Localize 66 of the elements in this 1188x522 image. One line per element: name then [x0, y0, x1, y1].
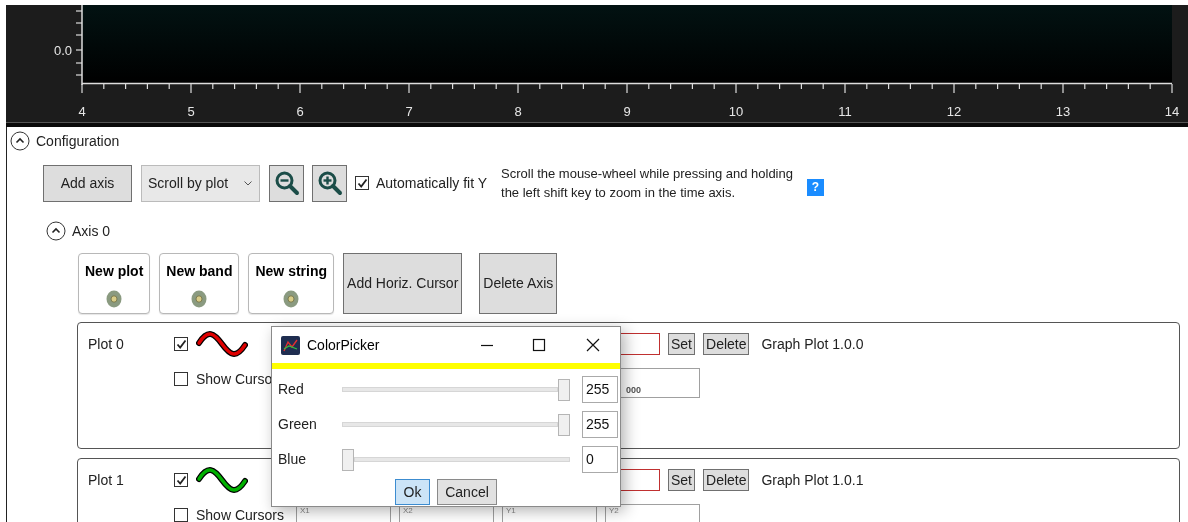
zoom-in-button[interactable] — [312, 164, 347, 202]
axis-title: Axis 0 — [72, 221, 111, 241]
scroll-mode-dropdown[interactable]: Scroll by plot — [141, 164, 260, 202]
plot-title: Graph Plot 1.0.1 — [761, 470, 864, 490]
x-tick-label: 7 — [405, 104, 413, 119]
x-tick-label: 11 — [838, 104, 852, 119]
knob-icon — [283, 290, 300, 308]
close-icon[interactable] — [586, 338, 600, 352]
axis-action-button[interactable]: Delete Axis — [479, 253, 558, 314]
new-item-button[interactable]: New plot — [78, 253, 151, 314]
dialog-title: ColorPicker — [307, 335, 380, 355]
new-item-button[interactable]: New string — [248, 253, 335, 314]
cursor-field[interactable]: Y2 — [605, 504, 700, 522]
show-cursors-label: Show Curso — [196, 369, 273, 389]
delete-button[interactable]: Delete — [703, 333, 750, 355]
checkbox[interactable] — [174, 337, 188, 351]
add-axis-button[interactable]: Add axis — [43, 164, 132, 202]
checkbox[interactable] — [174, 508, 188, 522]
hint-text: Scroll the mouse-wheel while pressing and holding — [501, 165, 793, 183]
x-tick-label: 5 — [187, 104, 195, 119]
checkbox[interactable] — [174, 473, 188, 487]
x-tick-label: 12 — [946, 104, 962, 119]
x-tick-label: 14 — [1164, 104, 1180, 119]
zoom-out-button[interactable] — [269, 164, 304, 202]
x-tick-label: 4 — [78, 104, 86, 119]
value-field[interactable]: 255 — [582, 411, 618, 438]
slider-thumb[interactable] — [342, 448, 354, 471]
maximize-icon[interactable] — [532, 338, 546, 352]
set-button[interactable]: Set — [668, 469, 695, 491]
auto-fit-label: Automatically fit Y — [376, 173, 487, 193]
zoom-out-icon — [273, 170, 300, 196]
x-tick-label: 8 — [514, 104, 522, 119]
plot-name: Plot 1 — [88, 470, 125, 490]
checkbox[interactable] — [355, 176, 369, 190]
hint-text: the left shift key to zoom in the time axis. — [501, 184, 737, 202]
collapse-icon[interactable] — [10, 131, 30, 151]
field-value: 000 — [625, 384, 643, 396]
dropdown-caret-icon — [244, 180, 252, 186]
axis-action-button[interactable]: Add Horiz. Cursor — [343, 253, 463, 314]
x-tick-label: 9 — [623, 104, 631, 119]
new-item-button[interactable]: New band — [159, 253, 240, 314]
plot-title: Graph Plot 1.0.0 — [761, 334, 864, 354]
y-tick-label: 0.0 — [53, 43, 72, 58]
show-cursors-label: Show Cursors — [196, 505, 284, 522]
slider-thumb[interactable] — [558, 413, 570, 436]
knob-icon — [191, 290, 208, 308]
checkbox[interactable] — [174, 372, 188, 386]
section-title: Configuration — [36, 131, 120, 151]
value-field[interactable]: 255 — [582, 376, 618, 403]
channel-label: Red — [278, 380, 305, 399]
value-field[interactable]: 0 — [582, 446, 618, 473]
channel-label: Blue — [278, 450, 308, 469]
cancel-button[interactable]: Cancel — [437, 479, 497, 505]
plot-name: Plot 0 — [88, 334, 125, 354]
knob-icon — [106, 290, 123, 308]
x-tick-label: 13 — [1055, 104, 1071, 119]
channel-label: Green — [278, 415, 318, 434]
x-tick-label: 10 — [728, 104, 744, 119]
slider-thumb[interactable] — [558, 378, 570, 401]
collapse-icon[interactable] — [46, 221, 66, 241]
ok-button[interactable]: Ok — [395, 479, 430, 505]
x-tick-label: 6 — [296, 104, 304, 119]
set-button[interactable]: Set — [668, 333, 695, 355]
app-icon — [281, 335, 300, 355]
delete-button[interactable]: Delete — [703, 469, 750, 491]
zoom-in-icon — [316, 170, 343, 196]
